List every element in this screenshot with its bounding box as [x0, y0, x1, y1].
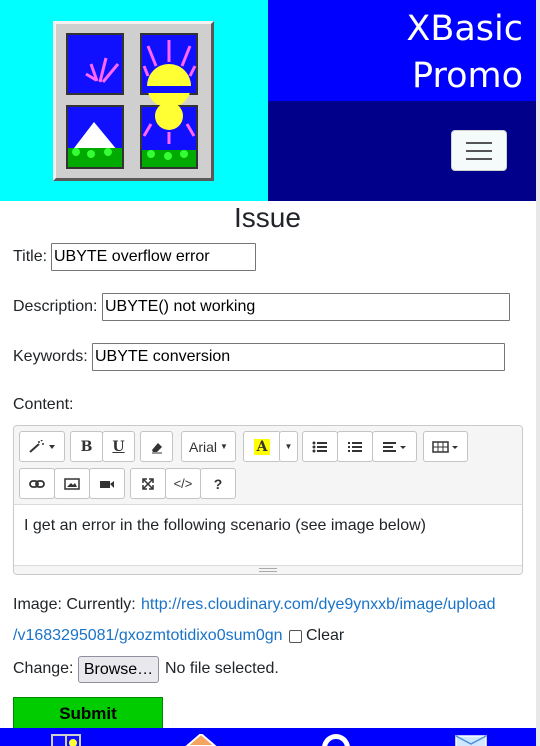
xbasic-icon[interactable] [50, 734, 82, 746]
keywords-label: Keywords: [13, 348, 88, 365]
description-label: Description: [13, 298, 98, 315]
house-shape [185, 732, 217, 746]
video-icon [100, 480, 114, 488]
bottom-nav [0, 728, 540, 746]
hamburger-icon [466, 142, 492, 144]
paragraph-align-dropdown[interactable] [372, 431, 417, 462]
insert-link-button[interactable] [19, 468, 55, 499]
caret-down-icon: ▼ [220, 442, 228, 451]
submit-button[interactable]: Submit [13, 697, 163, 730]
fullscreen-icon [142, 477, 154, 490]
insert-picture-button[interactable] [54, 468, 90, 499]
brand-line-2: Promo [411, 56, 523, 96]
picture-icon [64, 477, 80, 490]
magic-style-button[interactable] [19, 431, 65, 462]
envelope-shape [455, 735, 487, 746]
title-input[interactable] [51, 243, 256, 271]
table-dropdown-button[interactable] [423, 431, 468, 462]
keywords-input[interactable] [92, 343, 505, 371]
font-name-dropdown[interactable]: Arial ▼ [181, 431, 236, 462]
fullscreen-button[interactable] [130, 468, 166, 499]
site-header: XBasic Promo [0, 0, 540, 201]
github-icon[interactable] [320, 734, 352, 746]
image-url-link-continued[interactable]: /v1683295081/gxozmtotidixo0sum0gn [13, 627, 283, 645]
text-color-button[interactable]: A [243, 431, 281, 462]
rich-text-editor: B U Arial ▼ A ▼ </> ? I get an error in … [13, 425, 523, 575]
font-name-label: Arial [189, 438, 218, 455]
hamburger-icon-bar [466, 150, 492, 152]
code-view-button[interactable]: </> [165, 468, 201, 499]
mail-icon[interactable] [455, 734, 487, 746]
brand-area: XBasic Promo [268, 0, 540, 201]
content-label: Content: [13, 396, 74, 413]
question-icon: ? [213, 475, 223, 492]
numbered-list-icon [348, 441, 362, 452]
change-label: Change: [13, 660, 74, 677]
brand-line-1: XBasic [406, 9, 523, 49]
navbar-toggle-button[interactable] [451, 130, 507, 171]
code-icon: </> [173, 476, 193, 491]
github-octocat-shape [322, 734, 350, 746]
xbasic-mini-logo [51, 734, 81, 746]
page-title: Issue [234, 202, 301, 233]
image-url-link[interactable]: http://res.cloudinary.com/dye9ynxxb/imag… [141, 596, 496, 614]
xbasic-logo[interactable] [53, 21, 214, 181]
clear-format-button[interactable] [140, 431, 173, 462]
unordered-list-button[interactable] [302, 431, 338, 462]
title-label: Title: [13, 248, 48, 265]
grip-icon [259, 568, 277, 572]
site-brand[interactable]: XBasic Promo [406, 6, 523, 100]
caret-down-icon: ▼ [284, 442, 293, 451]
insert-video-button[interactable] [89, 468, 125, 499]
table-icon [431, 440, 458, 453]
no-file-text: No file selected. [165, 660, 279, 677]
description-input[interactable] [102, 293, 510, 321]
hamburger-icon-bar [466, 158, 492, 160]
color-dropdown-button[interactable]: ▼ [279, 431, 298, 462]
bold-icon: B [80, 438, 93, 455]
highlight-a-icon: A [253, 438, 271, 455]
underline-icon: U [112, 438, 125, 455]
eraser-icon [151, 442, 162, 453]
page-scrollbar[interactable] [536, 0, 540, 746]
image-label: Image: Currently: [13, 596, 136, 613]
bold-button[interactable]: B [70, 431, 103, 462]
editor-content[interactable]: I get an error in the following scenario… [14, 505, 522, 565]
magic-wand-icon [29, 439, 55, 453]
underline-button[interactable]: U [102, 431, 135, 462]
logo-area[interactable] [0, 0, 268, 201]
bullet-list-icon [312, 441, 327, 452]
align-left-icon [382, 441, 406, 452]
clear-label: Clear [306, 627, 345, 644]
browse-button[interactable]: Browse… [78, 656, 159, 683]
clear-checkbox[interactable] [289, 630, 302, 643]
editor-resize-handle[interactable] [14, 565, 522, 574]
link-icon [29, 479, 45, 488]
help-button[interactable]: ? [200, 468, 236, 499]
home-icon[interactable] [185, 732, 217, 746]
ordered-list-button[interactable] [337, 431, 373, 462]
editor-toolbar: B U Arial ▼ A ▼ </> ? [14, 426, 522, 505]
window-logo-icon [56, 24, 211, 178]
